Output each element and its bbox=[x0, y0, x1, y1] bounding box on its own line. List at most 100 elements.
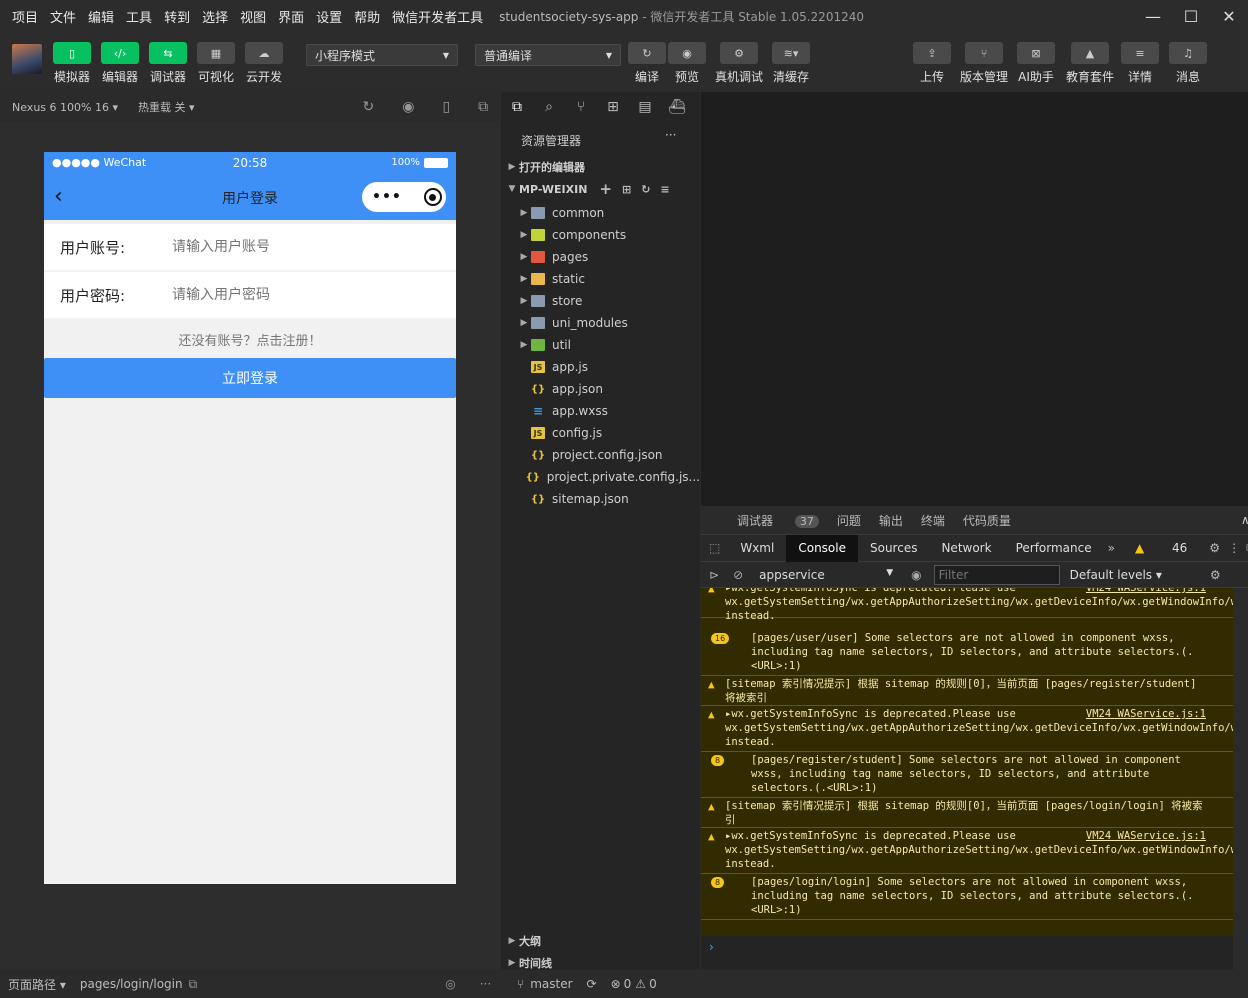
project-root[interactable]: ▼ MP-WEIXIN + ⊞ ↻ ≡ bbox=[501, 178, 700, 200]
console-prompt[interactable]: › bbox=[701, 936, 1234, 970]
toolbar-button-cloud[interactable]: ☁ 云开发 bbox=[240, 42, 288, 85]
file-item[interactable]: {} project.private.config.js... bbox=[501, 466, 700, 488]
outline-section[interactable]: ▶ 大纲 bbox=[501, 930, 700, 952]
eye-icon[interactable]: ◎ bbox=[445, 977, 455, 991]
stop-icon[interactable]: ◉ bbox=[402, 99, 414, 115]
file-item[interactable]: ≡ app.wxss bbox=[501, 400, 700, 422]
sync-icon[interactable]: ⟳ bbox=[587, 977, 597, 991]
git-branch[interactable]: master bbox=[530, 977, 572, 991]
settings-icon[interactable]: ⚙ bbox=[1203, 535, 1226, 562]
error-count[interactable]: 0 bbox=[624, 977, 632, 991]
source-link[interactable]: VM24 WAService.js:1 bbox=[1085, 829, 1206, 843]
folder-item[interactable]: ▶ components bbox=[501, 224, 700, 246]
toolbar-button-refresh[interactable]: ↻ 编译 bbox=[627, 42, 667, 85]
menu-item[interactable]: 设置 bbox=[310, 7, 348, 26]
folder-item[interactable]: ▶ uni_modules bbox=[501, 312, 700, 334]
save-icon[interactable]: ▤ bbox=[629, 99, 661, 115]
sidebar-toggle-icon[interactable]: ⊳ bbox=[709, 568, 719, 582]
device-select[interactable]: Nexus 6 100% 16 ▾ bbox=[12, 101, 118, 114]
compile-select[interactable]: 普通编译 ▼ bbox=[475, 44, 621, 66]
collapse-icon[interactable]: ≡ bbox=[660, 183, 669, 196]
extensions-icon[interactable]: ⊞ bbox=[597, 99, 629, 115]
toolbar-button-ai[interactable]: ⊠ AI助手 bbox=[1012, 42, 1060, 85]
register-link[interactable]: 还没有账号？点击注册！ bbox=[44, 330, 456, 349]
tab-debugger[interactable]: 调试器 37 bbox=[719, 512, 819, 529]
minimize-button[interactable]: — bbox=[1134, 0, 1172, 32]
file-item[interactable]: {} project.config.json bbox=[501, 444, 700, 466]
menu-item[interactable]: 工具 bbox=[120, 7, 158, 26]
menu-item[interactable]: 视图 bbox=[234, 7, 272, 26]
copy-icon[interactable]: ⧉ bbox=[189, 977, 198, 992]
open-editors-section[interactable]: ▶ 打开的编辑器 bbox=[501, 156, 700, 178]
more-icon[interactable]: ··· bbox=[480, 977, 491, 991]
source-link[interactable]: VM24 WAService.js:1 bbox=[1085, 707, 1206, 721]
warning-count[interactable]: 0 bbox=[649, 977, 657, 991]
toolbar-button-code[interactable]: ‹/› 编辑器 bbox=[96, 42, 144, 85]
menu-item[interactable]: 文件 bbox=[44, 7, 82, 26]
clear-console-icon[interactable]: ⊘ bbox=[733, 568, 743, 582]
tab-code-quality[interactable]: 代码质量 bbox=[963, 512, 1011, 529]
search-icon[interactable]: ⌕ bbox=[533, 99, 565, 115]
menu-item[interactable]: 编辑 bbox=[82, 7, 120, 26]
toolbar-button-upload[interactable]: ⇪ 上传 bbox=[908, 42, 956, 85]
folder-item[interactable]: ▶ static bbox=[501, 268, 700, 290]
folder-item[interactable]: ▶ common bbox=[501, 202, 700, 224]
source-link[interactable]: VM24 WAService.js:1 bbox=[1085, 588, 1206, 595]
log-levels-select[interactable]: Default levels ▾ bbox=[1070, 568, 1162, 582]
toolbar-button-eye[interactable]: ◉ 预览 bbox=[667, 42, 707, 85]
more-icon[interactable]: ··· bbox=[665, 128, 676, 142]
menu-item[interactable]: 微信开发者工具 bbox=[386, 7, 489, 26]
new-folder-icon[interactable]: ⊞ bbox=[622, 183, 631, 196]
more-dots-icon[interactable]: ••• bbox=[372, 189, 402, 205]
toolbar-button-phone[interactable]: ▯ 模拟器 bbox=[48, 42, 96, 85]
console-filter-input[interactable] bbox=[933, 564, 1060, 585]
popout-icon[interactable]: ⧉ bbox=[478, 99, 488, 115]
folder-item[interactable]: ▶ util bbox=[501, 334, 700, 356]
dock-icon[interactable]: ⧉ bbox=[1242, 535, 1248, 562]
toolbar-button-graduation[interactable]: ▲ 教育套件 bbox=[1062, 42, 1118, 85]
close-button[interactable]: ✕ bbox=[1210, 0, 1248, 32]
hot-reload-toggle[interactable]: 热重载 关 ▾ bbox=[138, 99, 195, 115]
page-path-select[interactable]: 页面路径 ▾ bbox=[8, 976, 66, 993]
toolbar-button-bell[interactable]: ♫ 消息 bbox=[1164, 42, 1212, 85]
folder-item[interactable]: ▶ store bbox=[501, 290, 700, 312]
mode-select[interactable]: 小程序模式 ▼ bbox=[306, 44, 458, 66]
tab-sources[interactable]: Sources bbox=[858, 535, 929, 562]
kebab-menu-icon[interactable]: ⋮ bbox=[1226, 535, 1242, 562]
file-item[interactable]: {} app.json bbox=[501, 378, 700, 400]
folder-item[interactable]: ▶ pages bbox=[501, 246, 700, 268]
toolbar-button-layers[interactable]: ≋▾ 清缓存 bbox=[767, 42, 815, 85]
tab-terminal[interactable]: 终端 bbox=[921, 512, 945, 529]
login-button[interactable]: 立即登录 bbox=[44, 358, 456, 398]
toolbar-button-menu[interactable]: ≡ 详情 bbox=[1118, 42, 1162, 85]
refresh-icon[interactable]: ↻ bbox=[641, 183, 650, 196]
more-tabs-icon[interactable]: » bbox=[1104, 535, 1119, 562]
collapse-panel-icon[interactable]: ∧ bbox=[1241, 513, 1248, 527]
console-scrollbar[interactable] bbox=[1233, 588, 1248, 970]
toolbar-button-debug[interactable]: ⇆ 调试器 bbox=[144, 42, 192, 85]
tab-output[interactable]: 输出 bbox=[879, 512, 903, 529]
device-icon[interactable]: ▯ bbox=[442, 99, 450, 115]
tab-network[interactable]: Network bbox=[929, 535, 1003, 562]
toolbar-button-layout[interactable]: ▦ 可视化 bbox=[192, 42, 240, 85]
menu-item[interactable]: 选择 bbox=[196, 7, 234, 26]
new-file-icon[interactable]: + bbox=[599, 180, 612, 198]
toolbar-button-bug[interactable]: ⚙ 真机调试 bbox=[711, 42, 767, 85]
toolbar-button-git[interactable]: ⑂ 版本管理 bbox=[956, 42, 1012, 85]
warnings-count[interactable]: ▲ 46 bbox=[1119, 535, 1203, 562]
file-item[interactable]: JS config.js bbox=[501, 422, 700, 444]
tab-performance[interactable]: Performance bbox=[1004, 535, 1104, 562]
menu-item[interactable]: 界面 bbox=[272, 7, 310, 26]
inspect-icon[interactable]: ⬚ bbox=[701, 535, 728, 562]
tab-console[interactable]: Console bbox=[786, 534, 858, 562]
user-avatar[interactable] bbox=[12, 44, 42, 74]
source-control-icon[interactable]: ⑂ bbox=[565, 99, 597, 115]
live-expression-icon[interactable]: ◉ bbox=[911, 568, 921, 582]
account-input[interactable] bbox=[172, 239, 346, 255]
tab-problems[interactable]: 问题 bbox=[837, 512, 861, 529]
docker-icon[interactable]: ⛴ bbox=[661, 99, 693, 115]
context-select[interactable]: appservice ▼ bbox=[759, 568, 893, 582]
menu-item[interactable]: 帮助 bbox=[348, 7, 386, 26]
files-icon[interactable]: ⧉ bbox=[501, 99, 533, 115]
rotate-icon[interactable]: ↻ bbox=[362, 99, 374, 115]
